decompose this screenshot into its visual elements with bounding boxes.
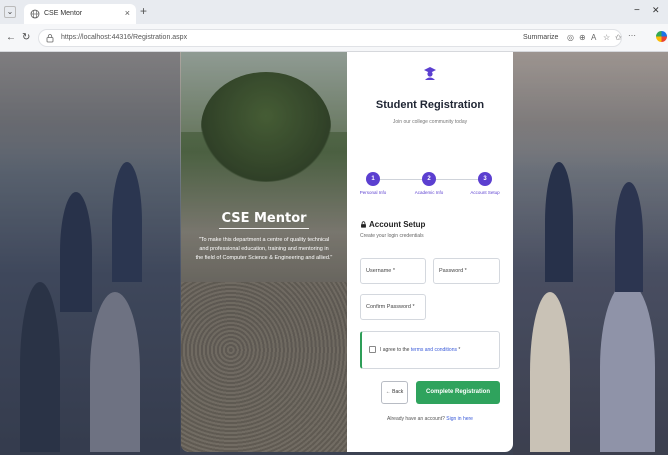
url-text: https://localhost:44316/Registration.asp… bbox=[61, 34, 188, 41]
favorites-icon[interactable]: ✩ bbox=[615, 33, 622, 42]
tab-actions-dropdown[interactable]: ⌄ bbox=[4, 6, 16, 18]
extensions-icon[interactable]: ⋯ bbox=[628, 31, 636, 40]
signin-link[interactable]: Sign in here bbox=[446, 416, 473, 422]
background-person bbox=[615, 182, 643, 292]
hero-title: CSE Mentor bbox=[221, 211, 307, 226]
background-person bbox=[90, 292, 140, 452]
window-close-button[interactable]: ✕ bbox=[652, 5, 660, 16]
tab-bar: ⌄ CSE Mentor × + − ✕ bbox=[0, 0, 668, 24]
username-field[interactable]: Username * bbox=[360, 258, 426, 284]
summarize-button[interactable]: Summarize bbox=[523, 34, 558, 41]
step-1-label: Personal Info bbox=[359, 190, 387, 195]
section-subtitle: Create your login credentials bbox=[360, 233, 424, 239]
copilot-logo-icon[interactable] bbox=[656, 31, 667, 42]
step-2-indicator: 2 bbox=[422, 172, 436, 186]
graduate-icon bbox=[424, 67, 436, 80]
confirm-password-field[interactable]: Confirm Password * bbox=[360, 294, 426, 320]
registration-subtitle: Join our college community today bbox=[392, 119, 468, 125]
step-3-label: Account Setup bbox=[470, 190, 500, 195]
step-1-indicator: 1 bbox=[366, 172, 380, 186]
background-person bbox=[545, 162, 573, 282]
globe-icon bbox=[30, 9, 40, 19]
window-minimize-button[interactable]: − bbox=[634, 5, 640, 16]
password-label: Password * bbox=[439, 268, 467, 274]
signin-prefix: Already have an account? bbox=[387, 416, 445, 422]
terms-required-mark: * bbox=[457, 347, 461, 353]
terms-prefix: I agree to the bbox=[380, 347, 410, 353]
background-person bbox=[60, 192, 92, 312]
copilot-icon[interactable]: ◎ bbox=[567, 33, 574, 42]
back-arrow-icon[interactable]: ← bbox=[6, 32, 16, 43]
hero-description: "To make this department a centre of qua… bbox=[195, 237, 333, 261]
background-person bbox=[112, 162, 142, 282]
browser-tab[interactable]: CSE Mentor × bbox=[24, 4, 136, 24]
terms-text: I agree to the terms and conditions * bbox=[380, 347, 460, 353]
step-2-label: Academic Info bbox=[414, 190, 444, 195]
new-tab-button[interactable]: + bbox=[140, 5, 147, 17]
site-info-icon[interactable] bbox=[45, 33, 55, 43]
tab-close-icon[interactable]: × bbox=[125, 8, 130, 18]
reload-icon[interactable]: ↻ bbox=[22, 32, 30, 43]
read-aloud-icon[interactable]: A bbox=[591, 33, 596, 42]
background-person bbox=[20, 282, 60, 452]
page-content: CSE Mentor "To make this department a ce… bbox=[0, 52, 668, 455]
tab-title: CSE Mentor bbox=[44, 10, 83, 17]
terms-link[interactable]: terms and conditions bbox=[411, 347, 457, 353]
url-input[interactable]: https://localhost:44316/Registration.asp… bbox=[38, 29, 622, 47]
back-button[interactable]: ← Back bbox=[381, 381, 408, 404]
favorite-star-icon[interactable]: ☆ bbox=[603, 33, 610, 42]
registration-card: Student Registration Join our college co… bbox=[347, 52, 513, 452]
background-person bbox=[530, 292, 570, 452]
address-bar: ← ↻ https://localhost:44316/Registration… bbox=[0, 24, 668, 52]
terms-container: I agree to the terms and conditions * bbox=[360, 331, 500, 369]
registration-title: Student Registration bbox=[375, 99, 485, 111]
confirm-password-label: Confirm Password * bbox=[366, 304, 415, 310]
zoom-icon[interactable]: ⊕ bbox=[579, 33, 586, 42]
section-title-text: Account Setup bbox=[369, 220, 426, 229]
terms-checkbox[interactable] bbox=[369, 346, 376, 353]
signin-prompt: Already have an account? Sign in here bbox=[347, 416, 513, 422]
hero-divider bbox=[219, 228, 309, 229]
step-3-indicator: 3 bbox=[478, 172, 492, 186]
lock-icon bbox=[361, 221, 366, 228]
hero-panel: CSE Mentor "To make this department a ce… bbox=[181, 52, 347, 452]
password-field[interactable]: Password * bbox=[433, 258, 500, 284]
section-title: Account Setup bbox=[360, 220, 425, 229]
username-label: Username * bbox=[366, 268, 396, 274]
background-person bbox=[600, 282, 655, 452]
complete-registration-button[interactable]: Complete Registration bbox=[416, 381, 500, 404]
